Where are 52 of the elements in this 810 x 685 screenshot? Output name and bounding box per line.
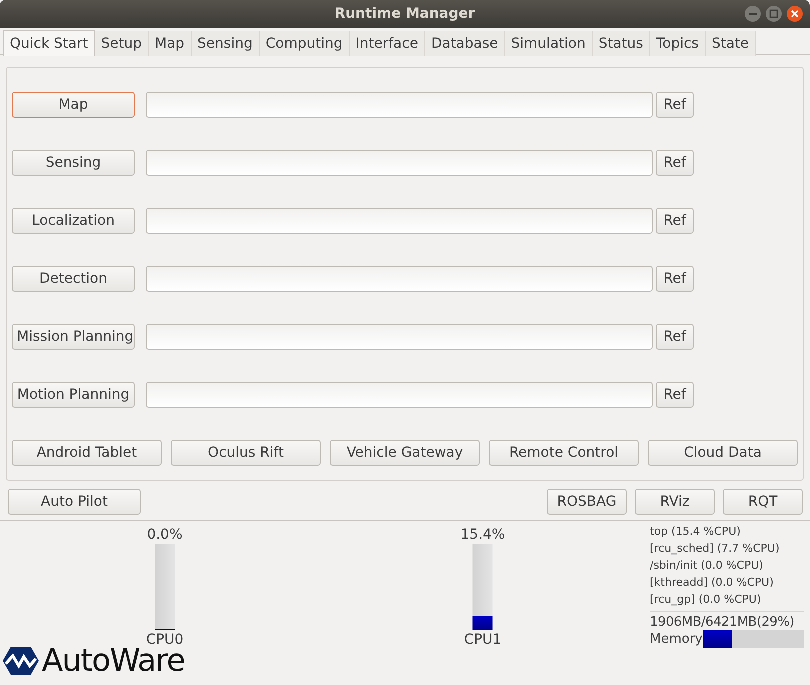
process-entry: [rcu_sched] (7.7 %CPU) [650,542,780,555]
memory-reading: 1906MB/6421MB(29%) [650,615,794,630]
minimize-icon[interactable] [744,5,762,23]
tab[interactable]: Quick Start [3,30,96,56]
ref-button[interactable]: Ref [656,324,694,350]
close-icon[interactable] [786,5,804,23]
process-entry: /sbin/init (0.0 %CPU) [650,559,764,572]
process-entry: [rcu_gp] (0.0 %CPU) [650,593,762,606]
launch-button[interactable]: Localization [12,208,135,234]
path-input-field[interactable] [146,324,653,350]
device-button[interactable]: Oculus Rift [171,440,321,466]
tab[interactable]: Database [425,31,506,56]
tab[interactable]: Setup [95,31,149,56]
path-input-field[interactable] [146,92,653,118]
memory-label: Memory [650,632,703,646]
process-entry: top (15.4 %CPU) [650,525,742,538]
tool-button[interactable]: RQT [723,489,803,515]
ref-button[interactable]: Ref [656,92,694,118]
cpu-label: CPU1 [464,632,502,648]
tool-button[interactable]: ROSBAG [547,489,627,515]
device-button[interactable]: Cloud Data [648,440,798,466]
tab[interactable]: Simulation [505,31,593,56]
launch-button[interactable]: Map [12,92,135,118]
ref-button[interactable]: Ref [656,266,694,292]
path-input-field[interactable] [146,150,653,176]
tab[interactable]: Map [149,31,192,56]
device-button[interactable]: Android Tablet [12,440,162,466]
launch-button[interactable]: Sensing [12,150,135,176]
tab[interactable]: Interface [350,31,426,56]
process-entry: [kthreadd] (0.0 %CPU) [650,576,775,589]
window-title: Runtime Manager [334,6,476,22]
launch-button[interactable]: Motion Planning [12,382,135,408]
auto-pilot-button[interactable]: Auto Pilot [8,489,141,515]
tab[interactable]: Topics [650,31,706,56]
tool-button[interactable]: RViz [635,489,715,515]
tab[interactable]: State [706,31,756,56]
path-input-field[interactable] [146,382,653,408]
ref-button[interactable]: Ref [656,382,694,408]
logo-icon [2,646,40,676]
path-input-field[interactable] [146,266,653,292]
cpu-reading: 0.0% [147,527,183,543]
cpu-reading: 15.4% [460,527,506,543]
ref-button[interactable]: Ref [656,208,694,234]
launch-button[interactable]: Mission Planning [12,324,135,350]
tab[interactable]: Status [592,31,650,56]
tab[interactable]: Computing [260,31,350,56]
path-input-field[interactable] [146,208,653,234]
tab[interactable]: Sensing [192,31,260,56]
device-button[interactable]: Remote Control [489,440,639,466]
ref-button[interactable]: Ref [656,150,694,176]
device-button[interactable]: Vehicle Gateway [330,440,480,466]
launch-button[interactable]: Detection [12,266,135,292]
